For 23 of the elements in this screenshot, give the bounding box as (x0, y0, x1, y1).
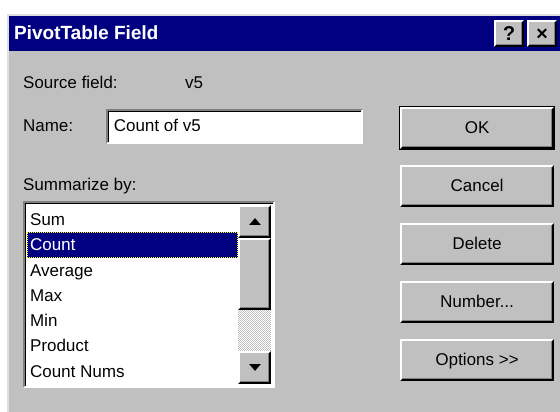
dialog-button[interactable]: Cancel (400, 165, 554, 207)
down-arrow-icon (248, 364, 260, 371)
dialog-button[interactable]: Options >> (400, 339, 554, 381)
dialog-button[interactable]: Delete (400, 223, 554, 265)
source-field-value: v5 (185, 73, 203, 93)
list-item[interactable]: Average (27, 258, 238, 283)
list-item[interactable]: Min (27, 308, 238, 334)
list-item[interactable]: Sum (27, 207, 238, 232)
up-arrow-icon (248, 218, 260, 225)
close-button[interactable]: × (527, 20, 557, 47)
list-item[interactable]: Product (27, 333, 238, 359)
help-button[interactable]: ? (494, 20, 524, 47)
list-item[interactable]: Count Nums (27, 358, 238, 384)
scroll-bar[interactable] (238, 205, 271, 384)
source-field-label: Source field: (23, 73, 118, 93)
name-field[interactable]: Count of v5 (106, 108, 363, 144)
name-label: Name: (23, 116, 74, 136)
window-title: PivotTable Field (14, 22, 160, 44)
dialog-button[interactable]: Number... (400, 281, 554, 323)
list-item[interactable]: Count (27, 232, 238, 258)
dialog-button[interactable]: OK (400, 107, 554, 149)
list-item[interactable]: Max (27, 282, 238, 308)
summarize-label: Summarize by: (23, 175, 136, 195)
